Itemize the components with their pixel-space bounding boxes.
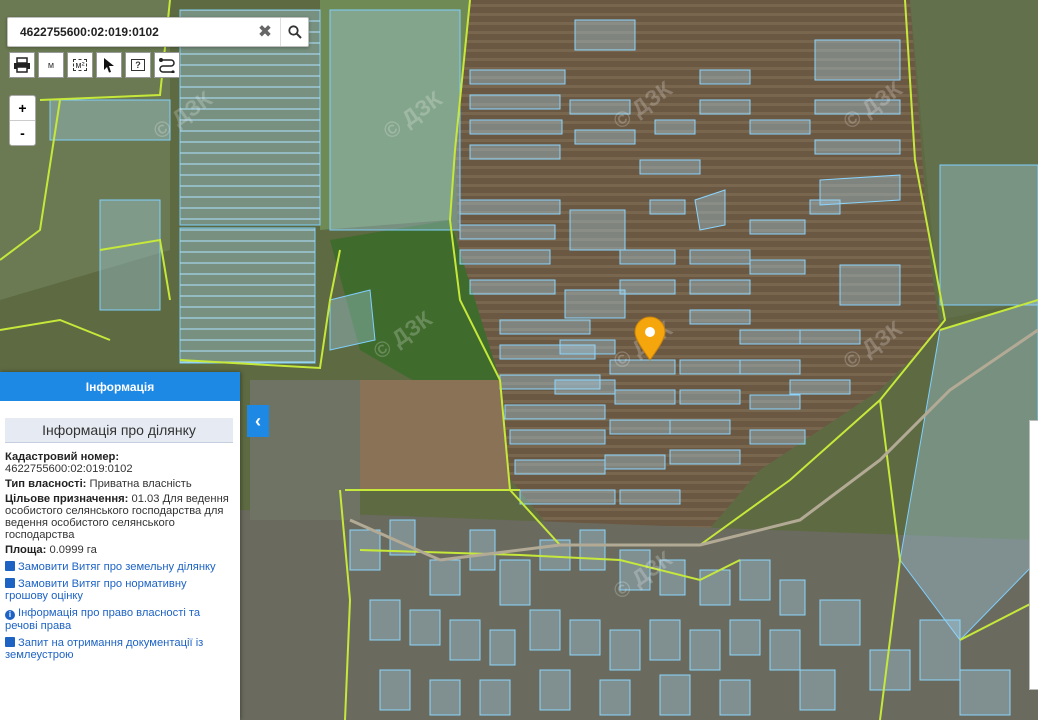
link-label: Замовити Витяг про нормативну грошову оц… <box>5 578 187 602</box>
info-query-icon: ? <box>131 59 145 71</box>
info-icon: i <box>5 610 15 620</box>
info-panel: Інформація Інформація про ділянку Кадаст… <box>0 372 240 720</box>
search-input[interactable]: 4622755600:02:019:0102 <box>20 25 159 39</box>
area-value: 0.0999 га <box>49 544 97 556</box>
chevron-left-icon: ‹ <box>255 410 261 431</box>
print-icon <box>14 57 30 73</box>
search-button[interactable] <box>280 18 309 46</box>
cadastral-value: 4622755600:02:019:0102 <box>5 463 133 475</box>
route-icon <box>159 58 175 73</box>
zoom-in-button[interactable]: + <box>10 96 35 120</box>
document-icon <box>5 578 15 588</box>
field-bare <box>360 380 510 490</box>
collapse-panel-button[interactable]: ‹ <box>247 405 269 437</box>
search-bar: 4622755600:02:019:0102 ✖ <box>7 17 309 47</box>
order-valuation-extract-link[interactable]: Замовити Витяг про нормативну грошову оц… <box>5 578 232 602</box>
measure-distance-icon: м <box>47 60 55 70</box>
map-toolbar: м м² ? <box>9 52 183 78</box>
order-parcel-extract-link[interactable]: Замовити Витяг про земельну ділянку <box>5 561 232 573</box>
ownership-label: Тип власності: <box>5 478 87 490</box>
zoom-control: + - <box>9 95 36 146</box>
link-label: Інформація про право власності та речові… <box>5 607 201 632</box>
document-icon <box>5 561 15 571</box>
measure-area-icon: м² <box>73 59 87 71</box>
built-area <box>250 380 360 520</box>
print-button[interactable] <box>9 52 35 78</box>
land-documentation-request-link[interactable]: Запит на отримання документації із земле… <box>5 637 232 661</box>
cadastral-label: Кадастровий номер: <box>5 451 120 463</box>
ownership-info-link[interactable]: i Інформація про право власності та речов… <box>5 607 232 632</box>
panel-title: Інформація <box>0 372 240 401</box>
zoom-out-button[interactable]: - <box>10 120 35 145</box>
route-button[interactable] <box>154 52 180 78</box>
area-label: Площа: <box>5 544 47 556</box>
ownership-value: Приватна власність <box>89 478 192 490</box>
link-label: Замовити Витяг про земельну ділянку <box>18 561 216 573</box>
info-query-button[interactable]: ? <box>125 52 151 78</box>
close-icon[interactable]: ✖ <box>250 18 280 46</box>
search-icon <box>288 25 302 39</box>
pointer-icon <box>104 58 114 73</box>
document-icon <box>5 637 15 647</box>
measure-distance-button[interactable]: м <box>38 52 64 78</box>
parcel-info: Кадастровий номер: 4622755600:02:019:010… <box>0 443 240 661</box>
link-label: Запит на отримання документації із земле… <box>5 637 204 661</box>
panel-subtitle: Інформація про ділянку <box>5 418 233 443</box>
pointer-button[interactable] <box>96 52 122 78</box>
right-panel-tab[interactable] <box>1029 420 1038 690</box>
purpose-label: Цільове призначення: <box>5 493 129 505</box>
measure-area-button[interactable]: м² <box>67 52 93 78</box>
parcel-strips <box>180 10 320 363</box>
